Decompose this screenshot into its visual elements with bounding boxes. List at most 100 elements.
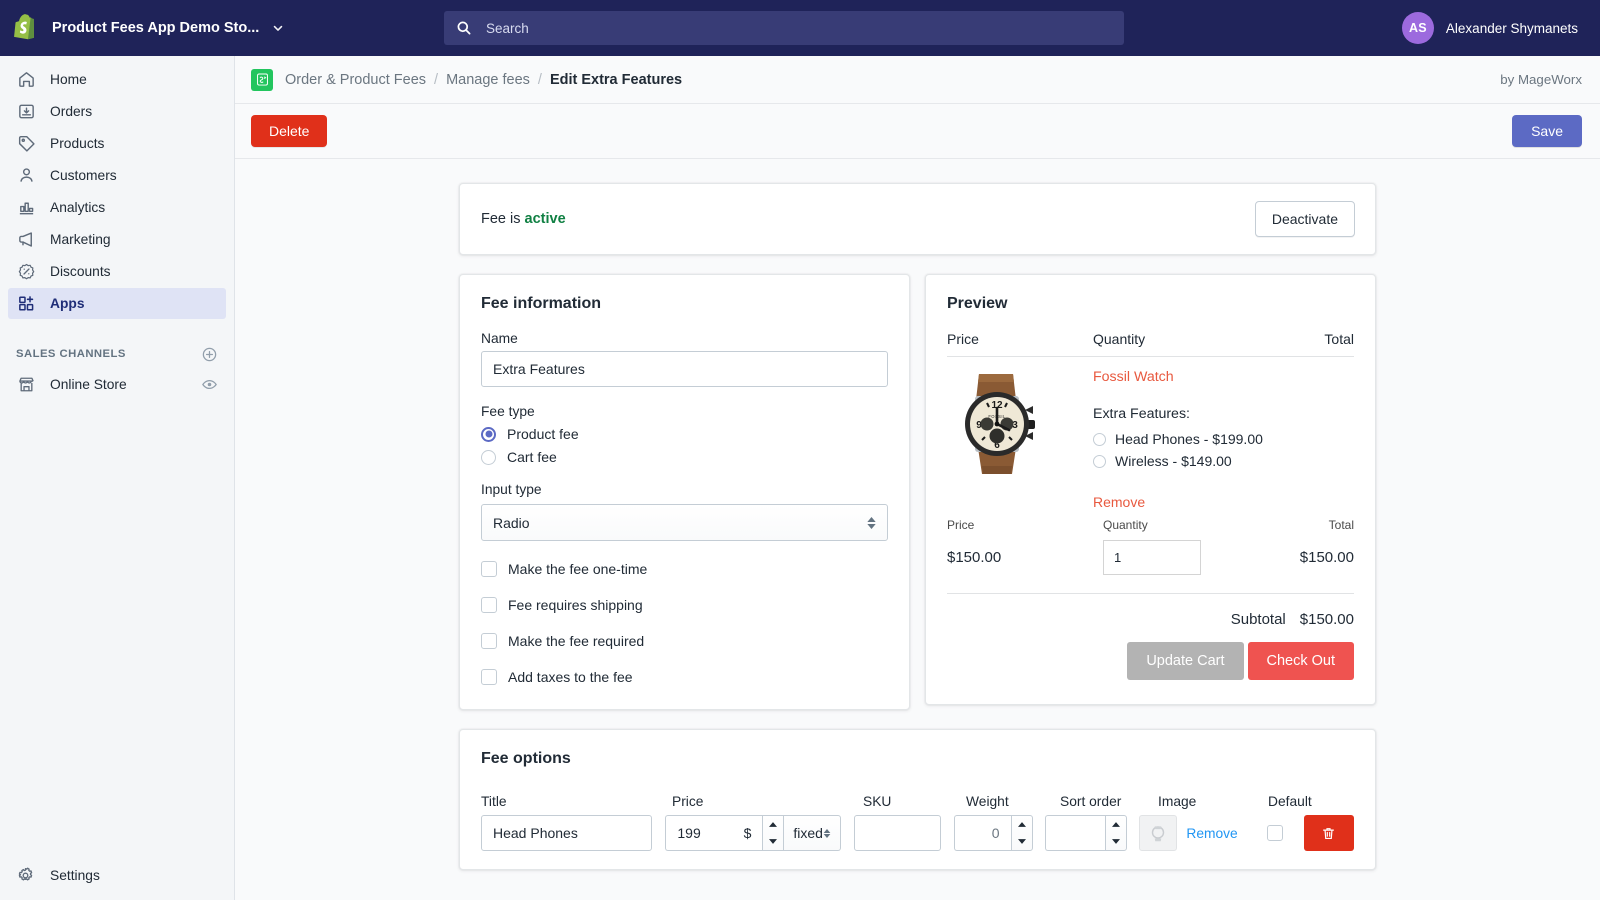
sidebar-item-orders[interactable]: Orders	[8, 96, 226, 127]
page-scroll-area[interactable]: Fee is active Deactivate Fee information…	[235, 159, 1600, 900]
chevron-updown-icon	[867, 517, 876, 529]
option-weight-group: 0	[954, 815, 1033, 851]
sidebar-item-online-store[interactable]: Online Store	[8, 369, 226, 400]
sidebar-item-customers[interactable]: Customers	[8, 160, 226, 191]
option-image-remove-link[interactable]: Remove	[1186, 826, 1237, 841]
extra-features-label: Extra Features:	[1093, 406, 1354, 422]
home-icon	[16, 70, 36, 90]
preview-option-label: Head Phones - $199.00	[1115, 431, 1263, 447]
sidebar-item-label: Marketing	[50, 232, 111, 247]
name-label: Name	[481, 331, 888, 346]
breadcrumb-section[interactable]: Manage fees	[446, 72, 530, 88]
input-type-select[interactable]: Radio	[481, 504, 888, 541]
fee-name-input[interactable]	[481, 351, 888, 387]
check-out-button[interactable]: Check Out	[1248, 642, 1355, 680]
sort-order-stepper[interactable]	[1105, 815, 1127, 851]
deactivate-button[interactable]: Deactivate	[1255, 201, 1355, 237]
sidebar-item-apps[interactable]: Apps	[8, 288, 226, 319]
sidebar-item-products[interactable]: Products	[8, 128, 226, 159]
preview-quantity-input[interactable]: 1	[1103, 540, 1201, 575]
fee-options-card: Fee options Title Price SKU Weight Sort …	[459, 729, 1376, 870]
sidebar-item-discounts[interactable]: Discounts	[8, 256, 226, 287]
apps-grid-icon	[16, 294, 36, 314]
option-default-checkbox[interactable]	[1267, 825, 1283, 841]
user-menu[interactable]: AS Alexander Shymanets	[1402, 0, 1578, 56]
checkbox-make-the-fee-required[interactable]: Make the fee required	[481, 633, 888, 649]
fee-type-option-product-fee[interactable]: Product fee	[481, 426, 888, 442]
update-cart-button[interactable]: Update Cart	[1127, 642, 1243, 680]
status-badge: Fee is active	[481, 211, 566, 227]
checkbox-make-the-fee-one-time[interactable]: Make the fee one-time	[481, 561, 888, 577]
chevron-updown-icon	[823, 829, 831, 838]
checkbox-label: Make the fee required	[508, 633, 644, 649]
fee-type-option-cart-fee[interactable]: Cart fee	[481, 449, 888, 465]
fee-options-section: Fee options Title Price SKU Weight Sort …	[459, 729, 1376, 870]
search-input[interactable]	[484, 12, 1112, 44]
option-price-input[interactable]: 199 $	[665, 815, 762, 851]
sidebar-item-home[interactable]: Home	[8, 64, 226, 95]
checkbox-fee-requires-shipping[interactable]: Fee requires shipping	[481, 597, 888, 613]
discounts-percent-icon	[16, 262, 36, 282]
input-type-value: Radio	[493, 515, 530, 531]
weight-stepper[interactable]	[1011, 815, 1033, 851]
price-type-select[interactable]: fixed	[784, 815, 841, 851]
status-state: active	[525, 211, 566, 227]
global-search[interactable]	[444, 11, 1124, 45]
delete-button[interactable]: Delete	[251, 115, 327, 147]
fee-options-title: Fee options	[481, 750, 1354, 768]
preview-title: Preview	[947, 295, 1354, 313]
option-weight-input[interactable]: 0	[954, 815, 1011, 851]
chevron-down-icon	[271, 21, 285, 35]
preview-line-total: $150.00	[1300, 549, 1354, 566]
breadcrumb-separator: /	[538, 72, 542, 88]
breadcrumb-current: Edit Extra Features	[550, 72, 682, 88]
sidebar-item-label: Online Store	[50, 377, 127, 392]
store-switcher[interactable]: Product Fees App Demo Sto...	[0, 0, 290, 56]
search-icon	[456, 20, 472, 36]
breadcrumb-separator: /	[434, 72, 438, 88]
checkbox-icon	[481, 561, 497, 577]
column-header-image: Image	[1158, 794, 1260, 809]
sidebar-item-analytics[interactable]: Analytics	[8, 192, 226, 223]
preview-option-head-phones[interactable]: Head Phones - $199.00	[1093, 431, 1354, 447]
sidebar-item-label: Orders	[50, 104, 92, 119]
sidebar-item-settings[interactable]: Settings	[0, 850, 235, 900]
fee-information-column: Fee information Name Fee type Product fe…	[459, 274, 910, 710]
sidebar-item-label: Products	[50, 136, 104, 151]
fee-information-title: Fee information	[481, 295, 888, 313]
checkbox-add-taxes-to-the-fee[interactable]: Add taxes to the fee	[481, 669, 888, 685]
preview-column: Preview Price Quantity Total	[925, 274, 1376, 705]
user-name: Alexander Shymanets	[1446, 21, 1578, 36]
subtotal-value: $150.00	[1300, 611, 1354, 628]
price-stepper[interactable]	[762, 815, 784, 851]
preview-remove-link[interactable]: Remove	[1093, 494, 1354, 510]
radio-icon	[1093, 455, 1106, 468]
sidebar-item-label: Analytics	[50, 200, 105, 215]
product-name-link[interactable]: Fossil Watch	[1093, 369, 1354, 385]
by-line: by MageWorx	[1500, 72, 1582, 87]
checkbox-icon	[481, 597, 497, 613]
input-type-label: Input type	[481, 482, 888, 497]
option-image-cell: Remove	[1139, 815, 1237, 851]
option-title-input[interactable]: Head Phones	[481, 815, 652, 851]
column-header-price: Price	[672, 794, 850, 809]
price-type-value: fixed	[793, 825, 823, 841]
input-type-select-wrap: Radio	[481, 504, 888, 541]
add-sales-channel-icon[interactable]	[201, 346, 218, 363]
option-sku-input[interactable]	[854, 815, 941, 851]
option-delete-button[interactable]	[1304, 815, 1355, 851]
option-weight-cell: 0	[954, 815, 1033, 851]
sales-channels-nav: Online Store	[0, 367, 234, 400]
option-image-thumbnail[interactable]	[1139, 815, 1177, 851]
save-button[interactable]: Save	[1512, 115, 1582, 147]
breadcrumb-app[interactable]: Order & Product Fees	[285, 72, 426, 88]
fee-status-card: Fee is active Deactivate	[459, 183, 1376, 255]
sidebar-item-marketing[interactable]: Marketing	[8, 224, 226, 255]
option-sort-order-input[interactable]	[1045, 815, 1106, 851]
preview-option-wireless[interactable]: Wireless - $149.00	[1093, 453, 1354, 469]
column-header-title: Title	[481, 794, 659, 809]
option-default-cell	[1246, 815, 1304, 841]
status-prefix: Fee is	[481, 211, 521, 227]
preview-store-eye-icon[interactable]	[201, 376, 218, 393]
fee-type-label: Fee type	[481, 404, 888, 419]
